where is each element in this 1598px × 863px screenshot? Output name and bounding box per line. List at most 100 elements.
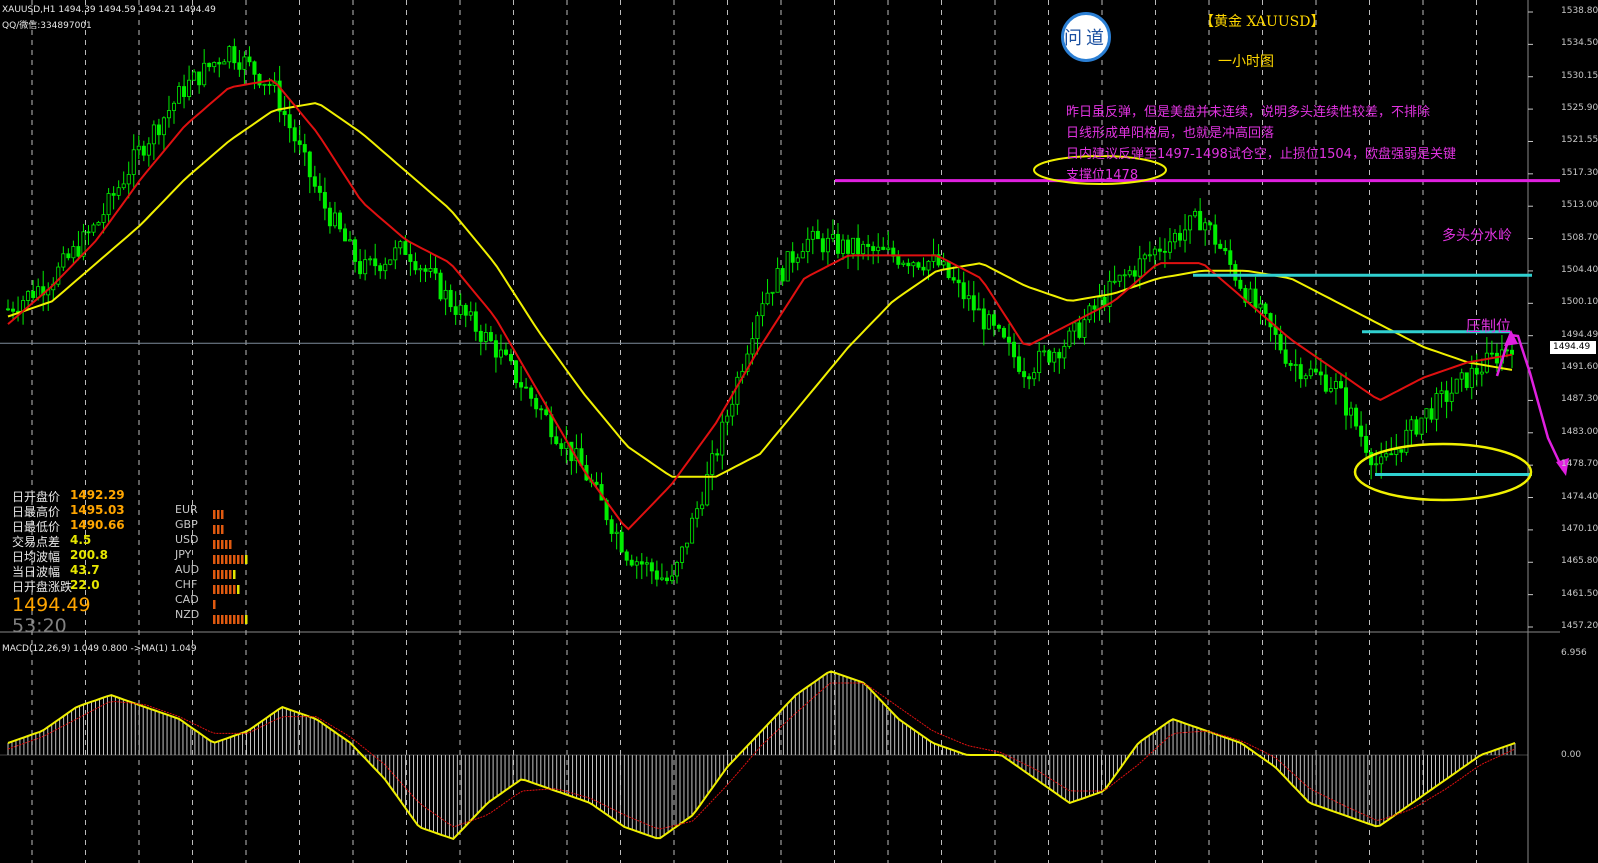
candle-body	[840, 239, 845, 254]
price-chart[interactable]	[0, 0, 1598, 863]
currency-strength-bar	[245, 615, 248, 624]
candle-body	[458, 304, 463, 315]
candle-body	[916, 262, 921, 268]
candle-body	[428, 268, 433, 272]
currency-label: JPY	[175, 548, 192, 561]
candle-body	[720, 421, 725, 456]
currency-strength-bar	[229, 555, 232, 564]
candle-body	[478, 330, 483, 342]
candle-body	[121, 183, 126, 189]
candle-body	[649, 562, 654, 572]
currency-strength-bar	[213, 600, 216, 609]
candle-body	[770, 291, 775, 294]
candle-body	[438, 272, 443, 300]
currency-strength-bar	[221, 555, 224, 564]
candle-body	[413, 261, 418, 271]
contact-info: QQ/微信:334897001	[2, 21, 92, 31]
candle-body	[227, 46, 232, 63]
candle-body	[101, 214, 106, 223]
candle-body	[1399, 449, 1404, 453]
candle-body	[1303, 375, 1308, 380]
currency-strength-bar	[221, 525, 224, 534]
candle-body	[790, 251, 795, 263]
candle-body	[1228, 250, 1233, 265]
candle-body	[493, 340, 498, 358]
symbol-info: XAUUSD,H1 1494.39 1494.59 1494.21 1494.4…	[2, 5, 216, 15]
candle-body	[1233, 264, 1238, 281]
currency-strength-bar	[217, 585, 220, 594]
current-price-tag: 1494.49	[1550, 341, 1596, 354]
candle-body	[830, 233, 835, 239]
candle-body	[1374, 463, 1379, 466]
currency-strength-bar	[213, 615, 216, 624]
candle-body	[519, 382, 524, 388]
candle-body	[1389, 453, 1394, 456]
candle-body	[1359, 425, 1364, 437]
candle-body	[534, 397, 539, 410]
currency-strength-bar	[229, 570, 232, 579]
candle-body	[171, 102, 176, 111]
currency-strength-bar	[221, 510, 224, 519]
candle-body	[1137, 258, 1142, 277]
candle-body	[1001, 327, 1006, 338]
candle-body	[1444, 390, 1449, 402]
candle-body	[177, 86, 182, 104]
candle-body	[685, 542, 690, 548]
candle-body	[1037, 350, 1042, 374]
macd-signal-line	[7, 682, 1516, 830]
candle-body	[926, 260, 931, 271]
candle-body	[378, 265, 383, 272]
candle-body	[292, 127, 297, 142]
candle-body	[609, 519, 614, 534]
resistance-label: 压制位	[1466, 317, 1512, 335]
candle-body	[363, 259, 368, 275]
candle-body	[86, 231, 91, 234]
candle-body	[1469, 367, 1474, 388]
candle-body	[1162, 250, 1167, 253]
currency-strength-bar	[221, 570, 224, 579]
candle-body	[690, 517, 695, 544]
candle-body	[1157, 248, 1162, 252]
candle-body	[1057, 351, 1062, 359]
currency-strength-bar	[217, 570, 220, 579]
candle-body	[131, 149, 136, 175]
candle-body	[871, 246, 876, 252]
candle-body	[242, 56, 247, 70]
candle-body	[755, 315, 760, 340]
candle-body	[971, 295, 976, 311]
candle-body	[237, 62, 242, 70]
candle-body	[423, 268, 428, 272]
candle-body	[735, 376, 740, 405]
candle-body	[1323, 374, 1328, 392]
currency-strength-bar	[221, 540, 224, 549]
candle-body	[1223, 248, 1228, 252]
candle-body	[247, 56, 252, 63]
candle-body	[695, 508, 700, 519]
candle-body	[1198, 210, 1203, 231]
candle-body	[317, 185, 322, 193]
candle-body	[594, 481, 599, 485]
currency-label: CAD	[175, 593, 199, 606]
candle-body	[976, 308, 981, 311]
candle-body	[805, 238, 810, 252]
candle-body	[232, 46, 237, 64]
candle-body	[1092, 305, 1097, 310]
candle-body	[1218, 243, 1223, 249]
candle-body	[91, 224, 96, 233]
candle-body	[1167, 241, 1172, 253]
candle-body	[524, 386, 529, 389]
candle-body	[941, 261, 946, 266]
price-axis-label: 1534.50	[1561, 38, 1598, 49]
candle-body	[539, 408, 544, 411]
candle-body	[906, 262, 911, 267]
candle-body	[1364, 435, 1369, 453]
candle-body	[1474, 367, 1479, 375]
info-value: 200.8	[70, 548, 108, 562]
candle-body	[11, 308, 16, 312]
candle-body	[1439, 390, 1444, 394]
price-axis-label: 1500.10	[1561, 297, 1598, 308]
candle-body	[1338, 381, 1343, 389]
price-axis-label: 1508.70	[1561, 232, 1598, 243]
candle-body	[951, 277, 956, 281]
candle-body	[1288, 362, 1293, 366]
